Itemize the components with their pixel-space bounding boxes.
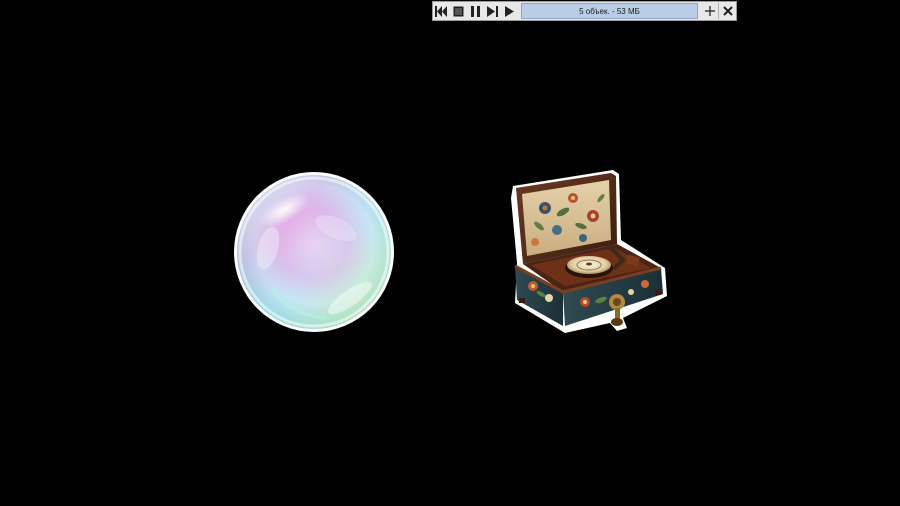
media-player-toolbar: 5 объек. - 53 МБ — [432, 1, 737, 21]
pause-icon — [471, 5, 480, 17]
skip-back-icon — [435, 5, 447, 17]
plus-icon — [704, 6, 715, 16]
play-icon — [505, 5, 514, 17]
stop-button[interactable] — [450, 2, 467, 20]
skip-back-button[interactable] — [433, 2, 450, 20]
pause-button[interactable] — [467, 2, 484, 20]
close-icon — [722, 6, 733, 16]
music-box-graphic — [511, 170, 667, 333]
skip-forward-icon — [486, 5, 498, 17]
status-text: 5 объек. - 53 МБ — [579, 6, 640, 16]
stop-icon — [453, 6, 464, 16]
add-button[interactable] — [701, 2, 718, 20]
soap-bubble-graphic — [234, 172, 394, 332]
vintage-music-box-image — [505, 168, 670, 338]
close-button[interactable] — [719, 2, 736, 20]
play-button[interactable] — [501, 2, 518, 20]
skip-forward-button[interactable] — [484, 2, 501, 20]
status-display[interactable]: 5 объек. - 53 МБ — [521, 3, 698, 19]
desktop-canvas: 5 объек. - 53 МБ — [0, 0, 900, 506]
soap-bubble-image — [232, 170, 396, 334]
